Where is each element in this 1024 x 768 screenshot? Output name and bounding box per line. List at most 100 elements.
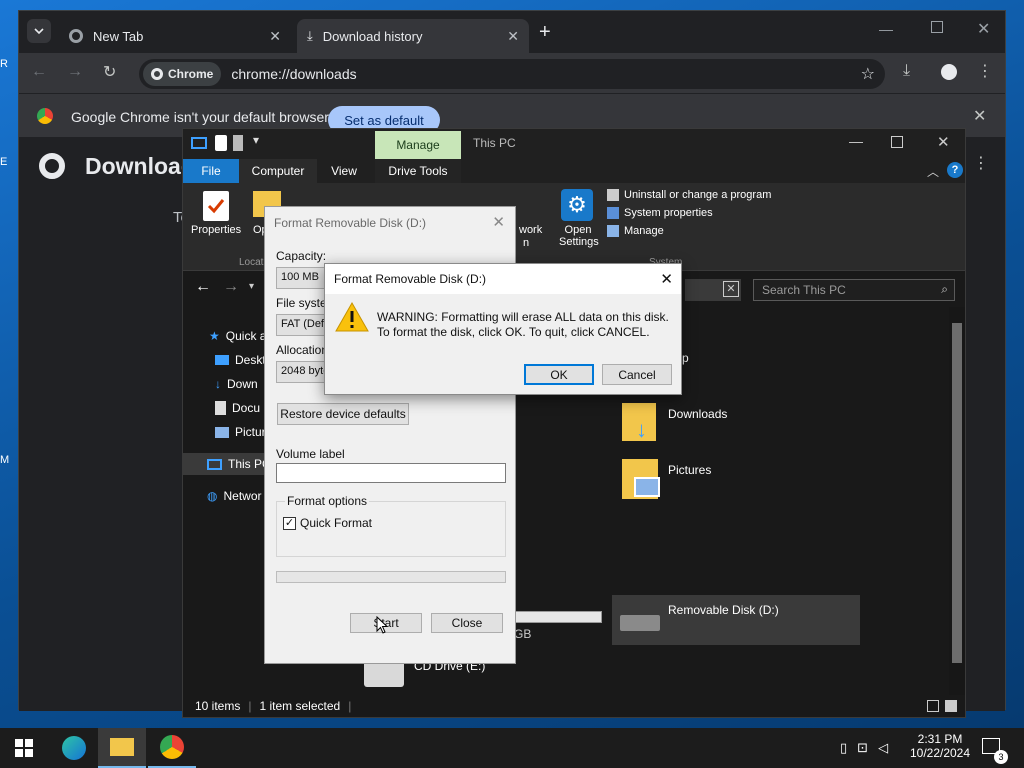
warning-title: Format Removable Disk (D:) <box>334 272 487 286</box>
tab-download-history[interactable]: ⤓ Download history ✕ <box>297 19 529 53</box>
forward-arrow-icon[interactable]: → <box>223 278 239 296</box>
tab-drive-tools[interactable]: Drive Tools <box>375 159 461 183</box>
dialog-title: Format Removable Disk (D:) <box>274 216 427 230</box>
close-icon[interactable]: ✕ <box>507 28 519 45</box>
new-folder-icon[interactable] <box>233 135 243 151</box>
item-count: 10 items <box>195 699 241 713</box>
url-text[interactable]: chrome://downloads <box>231 66 356 82</box>
tab-manage[interactable]: Manage <box>375 131 461 159</box>
omnibox[interactable]: Chrome chrome://downloads ☆ <box>139 59 885 89</box>
close-window-icon[interactable]: ✕ <box>937 133 950 151</box>
taskbar-chrome[interactable] <box>148 728 196 768</box>
close-icon[interactable]: ✕ <box>492 213 505 231</box>
system-properties-button[interactable]: System properties <box>607 207 771 219</box>
removable-disk-label: Removable Disk (D:) <box>668 603 779 617</box>
quick-format-checkbox[interactable]: ✓ Quick Format <box>283 516 372 530</box>
clock[interactable]: 2:31 PM 10/22/2024 <box>906 732 974 760</box>
tab-search-button[interactable] <box>27 19 51 43</box>
properties-icon <box>203 191 229 221</box>
folder-pictures-label[interactable]: Pictures <box>668 463 711 477</box>
close-icon[interactable]: ✕ <box>660 270 673 288</box>
tab-file[interactable]: File <box>183 159 239 183</box>
uninstall-label: Uninstall or change a program <box>624 189 772 201</box>
recent-locations-icon[interactable]: ▾ <box>249 281 254 292</box>
format-options-group: Format options ✓ Quick Format <box>276 494 506 557</box>
dialog-titlebar: Format Removable Disk (D:) ✕ <box>265 207 515 239</box>
removable-disk-item[interactable]: Removable Disk (D:) <box>612 595 860 645</box>
uninstall-program-button[interactable]: Uninstall or change a program <box>607 189 771 201</box>
downloads-icon[interactable]: ⤓ <box>903 62 910 80</box>
taskbar-edge[interactable] <box>50 728 98 768</box>
desktop-icon-label: M <box>0 454 10 466</box>
new-tab-plus-icon[interactable]: + <box>539 21 551 44</box>
tab-computer[interactable]: Computer <box>239 159 317 183</box>
close-window-icon[interactable]: ✕ <box>977 19 990 39</box>
tab-view[interactable]: View <box>319 159 369 183</box>
document-icon <box>215 401 226 415</box>
chrome-icon <box>69 29 83 43</box>
browser-toolbar: ← → ↻ Chrome chrome://downloads ☆ ⤓ ⋮ <box>19 53 1005 93</box>
ribbon-tabs: File Computer View Drive Tools ︿ ? <box>183 159 965 183</box>
properties-button[interactable]: Properties <box>191 224 241 236</box>
tab-new-tab[interactable]: New Tab ✕ <box>59 19 291 53</box>
close-button[interactable]: Close <box>431 613 503 633</box>
vertical-scrollbar[interactable] <box>949 307 965 695</box>
maximize-icon[interactable] <box>931 21 943 33</box>
profile-avatar-icon[interactable] <box>941 64 957 80</box>
device-icon[interactable]: ▯ <box>840 740 847 756</box>
download-icon: ⤓ <box>307 28 313 43</box>
cancel-button[interactable]: Cancel <box>602 364 672 385</box>
close-icon[interactable]: ✕ <box>973 106 986 126</box>
volume-label-input[interactable] <box>276 463 506 483</box>
manage-button[interactable]: Manage <box>607 225 771 237</box>
network-button-label[interactable]: work <box>519 224 542 236</box>
menu-kebab-icon[interactable]: ⋮ <box>977 61 993 81</box>
maximize-icon[interactable] <box>891 136 903 148</box>
ok-button[interactable]: OK <box>524 364 594 385</box>
clear-icon[interactable]: ✕ <box>723 281 739 297</box>
bookmark-star-icon[interactable]: ☆ <box>861 64 875 84</box>
volume-muted-icon[interactable]: ◁ <box>878 740 888 756</box>
reload-icon[interactable]: ↻ <box>103 62 116 82</box>
open-settings-button[interactable]: Open Settings <box>559 224 599 248</box>
network-icon[interactable]: ⊡ <box>857 740 868 756</box>
back-arrow-icon[interactable]: ← <box>195 278 211 296</box>
scrollbar-thumb[interactable] <box>952 323 962 663</box>
search-input[interactable]: Search This PC ⌕ <box>753 279 955 301</box>
customize-arrow-icon[interactable]: ▾ <box>253 133 259 147</box>
details-view-icon[interactable] <box>927 700 939 712</box>
back-arrow-icon[interactable]: ← <box>31 63 47 81</box>
minimize-icon[interactable]: — <box>849 133 863 149</box>
nav-item-desktop[interactable]: Deskt <box>215 349 266 371</box>
download-icon: ↓ <box>215 377 221 391</box>
taskbar-file-explorer[interactable] <box>98 728 146 768</box>
nav-item-downloads[interactable]: ↓ Down <box>215 373 258 395</box>
warning-line2: To format the disk, click OK. To quit, c… <box>377 325 650 339</box>
collapse-ribbon-icon[interactable]: ︿ <box>927 163 939 180</box>
nav-item-pictures[interactable]: Pictur <box>215 421 266 443</box>
file-explorer-icon <box>110 738 134 756</box>
nav-item-network[interactable]: ◍ Networ <box>207 485 262 507</box>
restore-defaults-button[interactable]: Restore device defaults <box>277 403 409 425</box>
volume-label-caption: Volume label <box>276 447 345 461</box>
site-chip[interactable]: Chrome <box>143 62 222 86</box>
large-icons-view-icon[interactable] <box>945 700 957 712</box>
folder-downloads-label[interactable]: Downloads <box>668 407 727 421</box>
help-icon[interactable]: ? <box>947 162 963 178</box>
warning-dialog: Format Removable Disk (D:) ✕ WARNING: Fo… <box>324 263 682 395</box>
nav-label: Networ <box>223 489 262 503</box>
start-button[interactable] <box>0 728 48 768</box>
forward-arrow-icon[interactable]: → <box>67 63 83 81</box>
minimize-icon[interactable]: — <box>879 21 893 37</box>
close-icon[interactable]: ✕ <box>269 28 281 45</box>
properties-icon[interactable] <box>215 135 227 151</box>
chip-label: Chrome <box>168 67 214 81</box>
warning-triangle-icon <box>335 302 369 332</box>
more-options-icon[interactable]: ⋮ <box>973 153 989 173</box>
status-separator: | <box>248 699 252 713</box>
nav-item-quick-access[interactable]: ★ Quick a <box>209 325 266 347</box>
nav-item-documents[interactable]: Docu <box>215 397 260 419</box>
allocation-label: Allocation <box>276 343 329 357</box>
desktop-icon-label: R <box>0 58 8 70</box>
view-toggles <box>927 700 957 712</box>
